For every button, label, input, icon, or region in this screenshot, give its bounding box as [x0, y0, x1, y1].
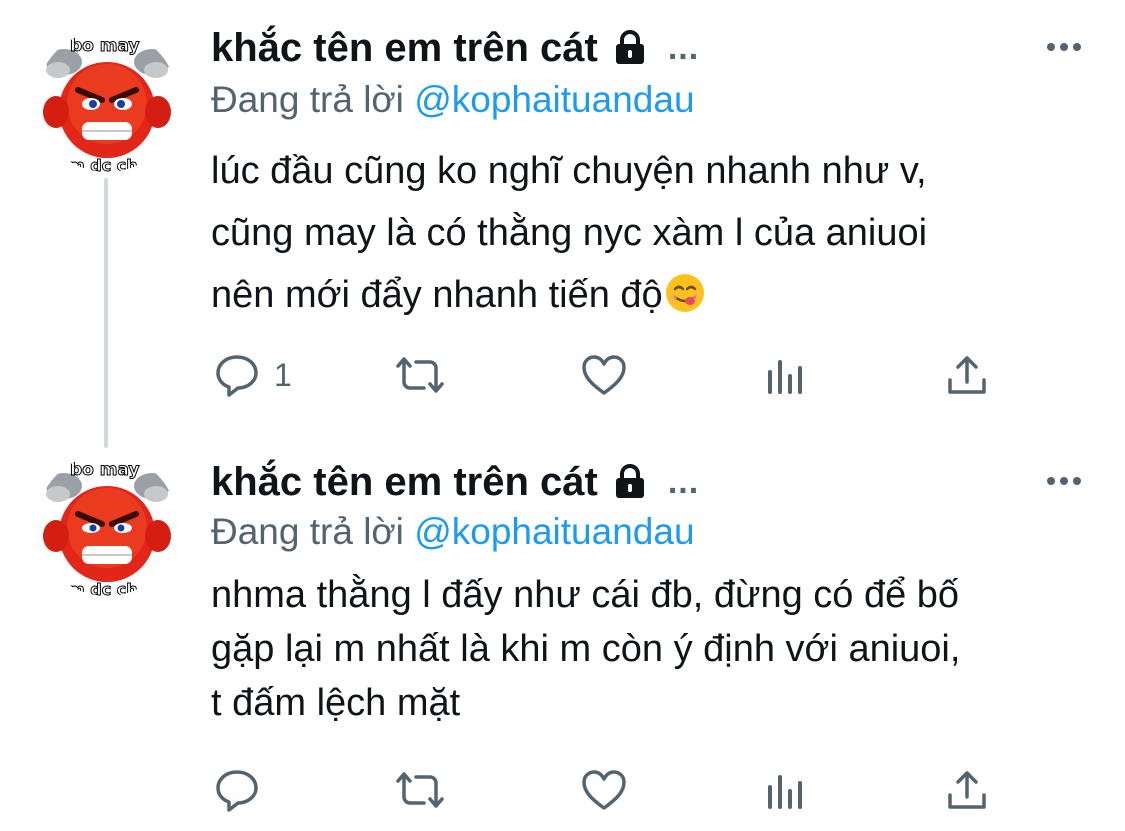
reply-prefix: Đang trả lời [211, 511, 404, 552]
like-icon [580, 767, 628, 813]
action-bar: 1 [0, 345, 1125, 405]
share-button[interactable] [944, 760, 990, 820]
replying-to: Đang trả lời @kophaituandau [211, 78, 695, 122]
share-icon [944, 352, 990, 398]
tweet-text-content: nhma thằng l đấy như cái đb, đừng có để … [211, 574, 961, 724]
views-button[interactable] [766, 760, 806, 820]
replying-to: Đang trả lời @kophaituandau [211, 510, 695, 554]
retweet-button[interactable] [392, 345, 448, 405]
reply-mention-link[interactable]: @kophaituandau [414, 79, 694, 120]
avatar-caption-top: bo may [70, 460, 141, 481]
avatar-caption-top: bo may [70, 36, 141, 57]
tweet[interactable]: bo may m dc ch khắc tên em trên cát ... … [0, 0, 1125, 448]
views-button[interactable] [766, 345, 806, 405]
author-name[interactable]: khắc tên em trên cát [211, 458, 598, 506]
reply-count: 1 [274, 356, 292, 393]
avatar[interactable]: bo may m dc ch [36, 454, 178, 596]
reply-icon [214, 767, 260, 813]
tweet[interactable]: bo may m dc ch khắc tên em trên cát ... … [0, 430, 1125, 831]
tweet-text: lúc đầu cũng ko nghĩ chuyện nhanh như v,… [211, 140, 1091, 332]
retweet-icon [392, 352, 448, 398]
action-bar [0, 760, 1125, 820]
lock-icon [610, 464, 650, 500]
like-icon [580, 352, 628, 398]
avatar-caption-bottom: m dc ch [68, 580, 139, 597]
face-savoring-food-emoji [665, 270, 705, 332]
views-icon [766, 767, 806, 813]
reply-icon [214, 352, 260, 398]
reply-mention-link[interactable]: @kophaituandau [414, 511, 694, 552]
reply-button[interactable]: 1 [214, 345, 292, 405]
retweet-icon [392, 767, 448, 813]
truncation-ellipsis: ... [667, 463, 700, 501]
reply-button[interactable] [214, 760, 274, 820]
truncation-ellipsis: ... [667, 29, 700, 67]
like-button[interactable] [580, 760, 628, 820]
avatar-caption-bottom: m dc ch [68, 156, 139, 173]
more-icon[interactable] [1047, 477, 1081, 485]
share-button[interactable] [944, 345, 990, 405]
reply-prefix: Đang trả lời [211, 79, 404, 120]
more-icon[interactable] [1047, 43, 1081, 51]
author-row: khắc tên em trên cát ... [211, 24, 699, 72]
lock-icon [610, 30, 650, 66]
thread-line [104, 178, 108, 448]
like-button[interactable] [580, 345, 628, 405]
tweet-text: nhma thằng l đấy như cái đb, đừng có để … [211, 568, 1091, 730]
share-icon [944, 767, 990, 813]
avatar[interactable]: bo may m dc ch [36, 30, 178, 172]
author-name[interactable]: khắc tên em trên cát [211, 24, 598, 72]
tweet-text-content: lúc đầu cũng ko nghĩ chuyện nhanh như v,… [211, 150, 928, 316]
views-icon [766, 352, 806, 398]
author-row: khắc tên em trên cát ... [211, 458, 699, 506]
retweet-button[interactable] [392, 760, 448, 820]
